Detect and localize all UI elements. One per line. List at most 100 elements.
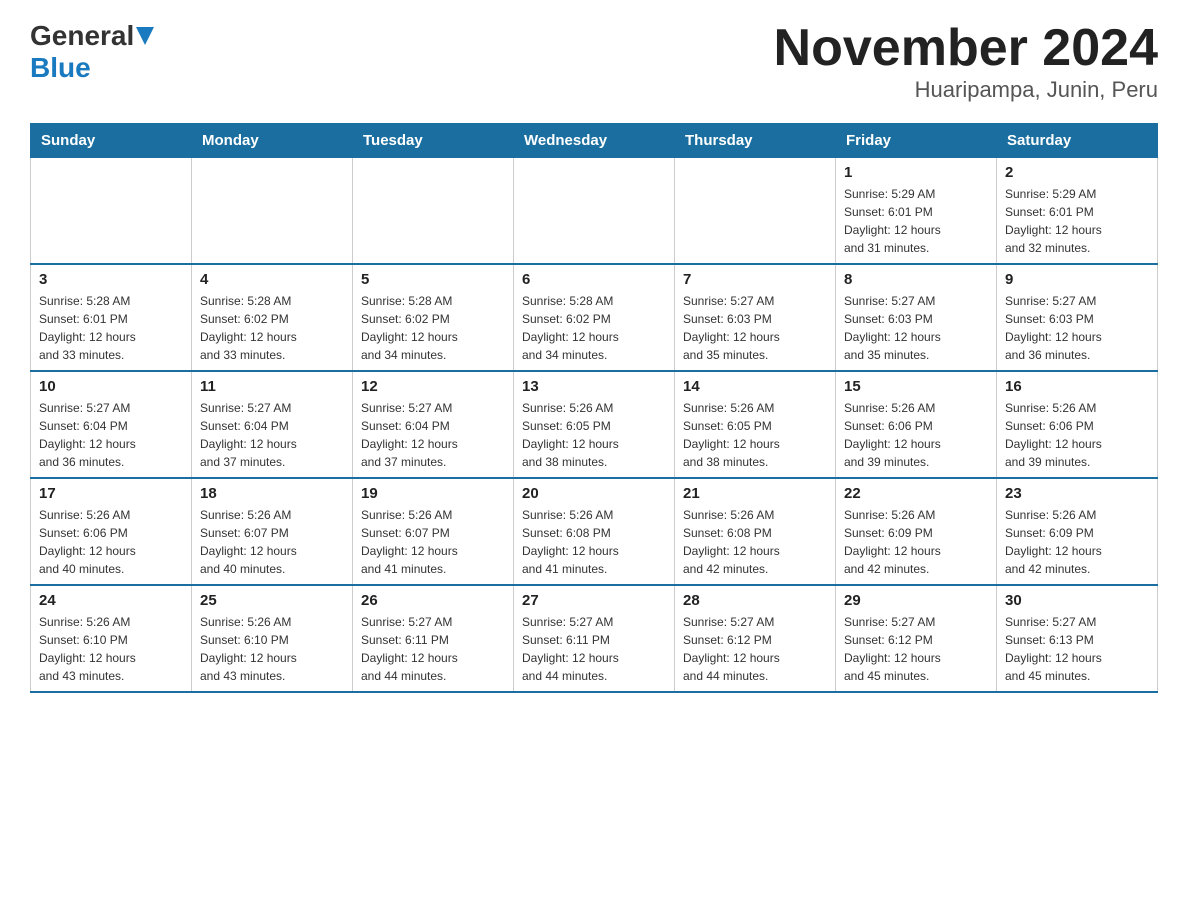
day-number: 1 — [844, 164, 988, 181]
day-info: Sunrise: 5:28 AM Sunset: 6:02 PM Dayligh… — [361, 292, 505, 364]
day-info: Sunrise: 5:27 AM Sunset: 6:04 PM Dayligh… — [361, 399, 505, 471]
day-info: Sunrise: 5:26 AM Sunset: 6:05 PM Dayligh… — [683, 399, 827, 471]
day-number: 4 — [200, 271, 344, 288]
day-cell: 4Sunrise: 5:28 AM Sunset: 6:02 PM Daylig… — [192, 264, 353, 371]
day-number: 16 — [1005, 378, 1149, 395]
week-row-2: 3Sunrise: 5:28 AM Sunset: 6:01 PM Daylig… — [31, 264, 1158, 371]
calendar-table: SundayMondayTuesdayWednesdayThursdayFrid… — [30, 123, 1158, 693]
day-info: Sunrise: 5:26 AM Sunset: 6:08 PM Dayligh… — [683, 506, 827, 578]
day-number: 23 — [1005, 485, 1149, 502]
day-info: Sunrise: 5:28 AM Sunset: 6:02 PM Dayligh… — [522, 292, 666, 364]
day-cell: 29 Sunrise: 5:27 AM Sunset: 6:12 PM Dayli… — [836, 585, 997, 692]
day-cell: 10 Sunrise: 5:27 AM Sunset: 6:04 PM Dayli… — [31, 371, 192, 478]
day-info: Sunrise: 5:26 AM Sunset: 6:06 PM Dayligh… — [844, 399, 988, 471]
day-cell: 8 Sunrise: 5:27 AM Sunset: 6:03 PM Daylig… — [836, 264, 997, 371]
day-info: Sunrise: 5:26 AM Sunset: 6:08 PM Dayligh… — [522, 506, 666, 578]
day-number: 29 — [844, 592, 988, 609]
day-info: Sunrise: 5:26 AM Sunset: 6:09 PM Dayligh… — [1005, 506, 1149, 578]
day-info: Sunrise: 5:26 AM Sunset: 6:09 PM Dayligh… — [844, 506, 988, 578]
header-cell-monday: Monday — [192, 124, 353, 158]
day-info: Sunrise: 5:27 AM Sunset: 6:12 PM Dayligh… — [844, 613, 988, 685]
day-cell: 22 Sunrise: 5:26 AM Sunset: 6:09 PM Dayli… — [836, 478, 997, 585]
day-cell — [353, 158, 514, 265]
day-cell: 19Sunrise: 5:26 AM Sunset: 6:07 PM Dayli… — [353, 478, 514, 585]
day-number: 7 — [683, 271, 827, 288]
week-row-1: 1 Sunrise: 5:29 AM Sunset: 6:01 PM Daylig… — [31, 158, 1158, 265]
day-cell: 13 Sunrise: 5:26 AM Sunset: 6:05 PM Dayli… — [514, 371, 675, 478]
day-info: Sunrise: 5:26 AM Sunset: 6:05 PM Dayligh… — [522, 399, 666, 471]
day-cell: 16 Sunrise: 5:26 AM Sunset: 6:06 PM Dayli… — [997, 371, 1158, 478]
header-cell-thursday: Thursday — [675, 124, 836, 158]
day-info: Sunrise: 5:28 AM Sunset: 6:01 PM Dayligh… — [39, 292, 183, 364]
day-number: 15 — [844, 378, 988, 395]
calendar-header: SundayMondayTuesdayWednesdayThursdayFrid… — [31, 124, 1158, 158]
day-cell: 9 Sunrise: 5:27 AM Sunset: 6:03 PM Daylig… — [997, 264, 1158, 371]
day-cell: 18 Sunrise: 5:26 AM Sunset: 6:07 PM Dayli… — [192, 478, 353, 585]
day-info: Sunrise: 5:27 AM Sunset: 6:03 PM Dayligh… — [1005, 292, 1149, 364]
logo: General Blue — [30, 20, 154, 84]
day-number: 24 — [39, 592, 183, 609]
day-number: 26 — [361, 592, 505, 609]
day-cell: 12 Sunrise: 5:27 AM Sunset: 6:04 PM Dayli… — [353, 371, 514, 478]
week-row-4: 17 Sunrise: 5:26 AM Sunset: 6:06 PM Dayli… — [31, 478, 1158, 585]
day-cell — [675, 158, 836, 265]
day-number: 20 — [522, 485, 666, 502]
day-cell: 26 Sunrise: 5:27 AM Sunset: 6:11 PM Dayli… — [353, 585, 514, 692]
day-info: Sunrise: 5:26 AM Sunset: 6:07 PM Dayligh… — [200, 506, 344, 578]
day-number: 8 — [844, 271, 988, 288]
day-cell: 11Sunrise: 5:27 AM Sunset: 6:04 PM Dayli… — [192, 371, 353, 478]
day-number: 28 — [683, 592, 827, 609]
day-cell: 2 Sunrise: 5:29 AM Sunset: 6:01 PM Daylig… — [997, 158, 1158, 265]
title-block: November 2024 Huaripampa, Junin, Peru — [774, 20, 1158, 103]
day-cell: 24 Sunrise: 5:26 AM Sunset: 6:10 PM Dayli… — [31, 585, 192, 692]
day-cell: 15 Sunrise: 5:26 AM Sunset: 6:06 PM Dayli… — [836, 371, 997, 478]
logo-general-text: General — [30, 20, 134, 52]
day-number: 22 — [844, 485, 988, 502]
day-number: 2 — [1005, 164, 1149, 181]
day-info: Sunrise: 5:29 AM Sunset: 6:01 PM Dayligh… — [1005, 185, 1149, 257]
header-row: SundayMondayTuesdayWednesdayThursdayFrid… — [31, 124, 1158, 158]
day-number: 27 — [522, 592, 666, 609]
day-cell: 1 Sunrise: 5:29 AM Sunset: 6:01 PM Daylig… — [836, 158, 997, 265]
day-info: Sunrise: 5:27 AM Sunset: 6:12 PM Dayligh… — [683, 613, 827, 685]
day-number: 25 — [200, 592, 344, 609]
day-cell — [31, 158, 192, 265]
day-number: 9 — [1005, 271, 1149, 288]
day-info: Sunrise: 5:26 AM Sunset: 6:06 PM Dayligh… — [39, 506, 183, 578]
day-info: Sunrise: 5:27 AM Sunset: 6:03 PM Dayligh… — [683, 292, 827, 364]
day-number: 30 — [1005, 592, 1149, 609]
day-cell: 17 Sunrise: 5:26 AM Sunset: 6:06 PM Dayli… — [31, 478, 192, 585]
day-cell: 23 Sunrise: 5:26 AM Sunset: 6:09 PM Dayli… — [997, 478, 1158, 585]
day-cell — [514, 158, 675, 265]
day-cell: 21 Sunrise: 5:26 AM Sunset: 6:08 PM Dayli… — [675, 478, 836, 585]
day-number: 12 — [361, 378, 505, 395]
day-number: 14 — [683, 378, 827, 395]
day-info: Sunrise: 5:27 AM Sunset: 6:11 PM Dayligh… — [522, 613, 666, 685]
header-cell-tuesday: Tuesday — [353, 124, 514, 158]
day-number: 5 — [361, 271, 505, 288]
day-number: 21 — [683, 485, 827, 502]
day-number: 17 — [39, 485, 183, 502]
week-row-3: 10 Sunrise: 5:27 AM Sunset: 6:04 PM Dayli… — [31, 371, 1158, 478]
day-info: Sunrise: 5:26 AM Sunset: 6:10 PM Dayligh… — [39, 613, 183, 685]
day-info: Sunrise: 5:29 AM Sunset: 6:01 PM Dayligh… — [844, 185, 988, 257]
day-number: 18 — [200, 485, 344, 502]
page-subtitle: Huaripampa, Junin, Peru — [774, 77, 1158, 103]
day-cell: 14 Sunrise: 5:26 AM Sunset: 6:05 PM Dayli… — [675, 371, 836, 478]
day-cell: 5 Sunrise: 5:28 AM Sunset: 6:02 PM Daylig… — [353, 264, 514, 371]
day-cell: 30 Sunrise: 5:27 AM Sunset: 6:13 PM Dayli… — [997, 585, 1158, 692]
day-number: 11 — [200, 378, 344, 395]
day-info: Sunrise: 5:27 AM Sunset: 6:13 PM Dayligh… — [1005, 613, 1149, 685]
day-info: Sunrise: 5:27 AM Sunset: 6:03 PM Dayligh… — [844, 292, 988, 364]
day-cell: 6Sunrise: 5:28 AM Sunset: 6:02 PM Daylig… — [514, 264, 675, 371]
week-row-5: 24 Sunrise: 5:26 AM Sunset: 6:10 PM Dayli… — [31, 585, 1158, 692]
day-info: Sunrise: 5:27 AM Sunset: 6:04 PM Dayligh… — [39, 399, 183, 471]
day-number: 13 — [522, 378, 666, 395]
day-info: Sunrise: 5:26 AM Sunset: 6:06 PM Dayligh… — [1005, 399, 1149, 471]
day-cell: 27 Sunrise: 5:27 AM Sunset: 6:11 PM Dayli… — [514, 585, 675, 692]
day-cell — [192, 158, 353, 265]
day-info: Sunrise: 5:27 AM Sunset: 6:11 PM Dayligh… — [361, 613, 505, 685]
day-number: 10 — [39, 378, 183, 395]
day-cell: 20 Sunrise: 5:26 AM Sunset: 6:08 PM Dayli… — [514, 478, 675, 585]
logo-triangle-icon — [136, 27, 154, 45]
